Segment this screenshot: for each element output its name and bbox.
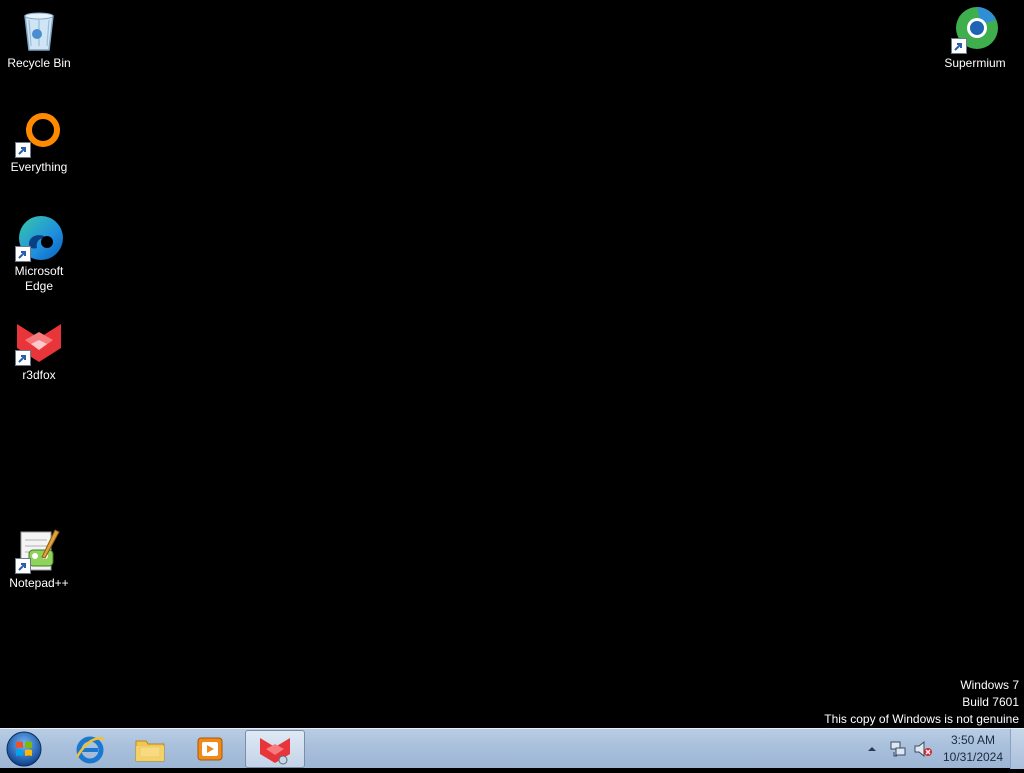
desktop-icon-r3dfox[interactable]: r3dfox — [1, 318, 77, 383]
network-icon[interactable] — [889, 740, 907, 758]
shortcut-arrow-icon — [951, 38, 967, 54]
notepad-plus-plus-icon — [15, 526, 63, 574]
everything-icon — [15, 110, 63, 158]
desktop-icon-label: Everything — [10, 160, 68, 174]
windows-orb-icon — [6, 731, 42, 767]
start-button[interactable] — [4, 730, 44, 768]
shortcut-arrow-icon — [15, 350, 31, 366]
taskbar: 3:50 AM 10/31/2024 — [0, 728, 1024, 769]
desktop-icon-microsoft-edge[interactable]: Microsoft Edge — [1, 214, 77, 294]
desktop-icon-everything[interactable]: Everything — [1, 110, 77, 175]
microsoft-edge-icon — [15, 214, 63, 262]
desktop-icon-recycle-bin[interactable]: Recycle Bin — [1, 6, 77, 71]
watermark-os: Windows 7 — [960, 678, 1019, 692]
watermark-build: Build 7601 — [962, 695, 1019, 709]
system-clock[interactable]: 3:50 AM 10/31/2024 — [938, 732, 1008, 766]
taskbar-media-player[interactable] — [182, 730, 238, 768]
volume-muted-icon[interactable] — [913, 740, 933, 758]
shortcut-arrow-icon — [15, 142, 31, 158]
show-hidden-icons-arrow[interactable] — [866, 743, 878, 755]
desktop-icon-label: r3dfox — [22, 368, 56, 382]
shortcut-arrow-icon — [15, 558, 31, 574]
windows-genuine-watermark: Windows 7 Build 7601 This copy of Window… — [824, 677, 1019, 728]
desktop-icon-supermium[interactable]: Supermium — [937, 6, 1013, 71]
taskbar-r3dfox[interactable] — [245, 730, 305, 768]
internet-explorer-icon — [75, 736, 105, 764]
supermium-icon — [951, 6, 999, 54]
clock-time: 3:50 AM — [950, 733, 996, 747]
file-explorer-icon — [135, 740, 165, 762]
show-desktop-button[interactable] — [1010, 729, 1024, 769]
desktop-icon-label: Supermium — [944, 56, 1006, 70]
r3dfox-icon — [260, 738, 290, 765]
recycle-bin-icon — [15, 6, 63, 54]
shortcut-arrow-icon — [15, 246, 31, 262]
clock-date: 10/31/2024 — [942, 750, 1004, 764]
watermark-genuine-notice: This copy of Windows is not genuine — [824, 712, 1019, 726]
r3dfox-icon — [15, 318, 63, 366]
desktop-icon-label: Notepad++ — [9, 576, 69, 590]
desktop-icon-label: Microsoft Edge — [14, 264, 64, 293]
desktop-icon-notepad-plus-plus[interactable]: Notepad++ — [1, 526, 77, 591]
media-player-icon — [197, 737, 223, 761]
desktop-icon-label: Recycle Bin — [7, 56, 71, 70]
taskbar-file-explorer[interactable] — [122, 730, 178, 768]
desktop[interactable]: Recycle Bin Everything Microsoft Edge r3… — [0, 0, 1024, 728]
taskbar-internet-explorer[interactable] — [62, 730, 118, 768]
